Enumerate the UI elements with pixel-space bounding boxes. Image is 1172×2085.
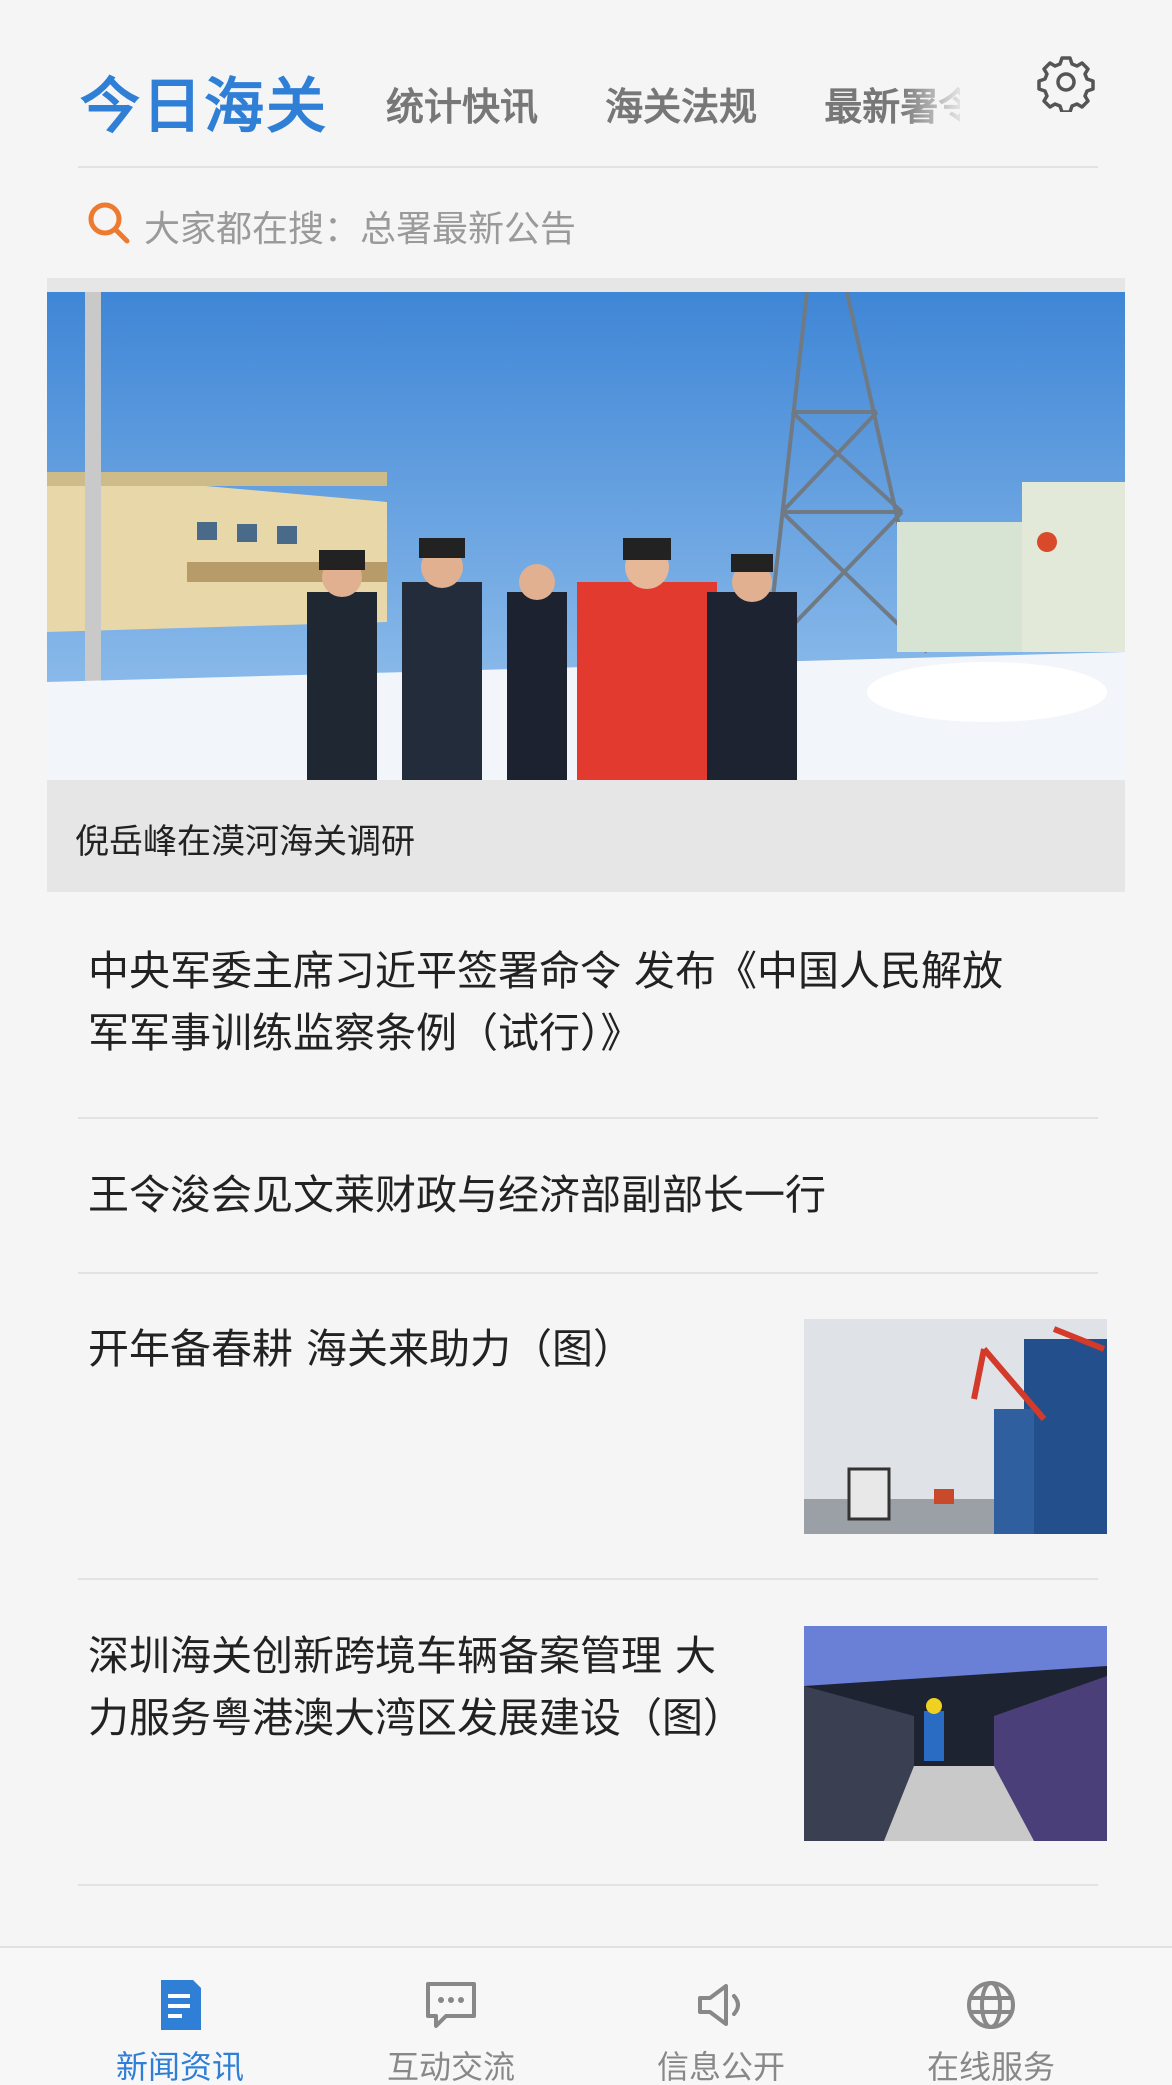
news-divider (78, 1578, 1098, 1580)
category-tabs: 统计快讯 海关法规 最新署令 (386, 76, 960, 132)
nav-disclosure[interactable]: 信息公开 (586, 1948, 856, 2085)
news-item-1[interactable]: 中央军委主席习近平签署命令 发布《中国人民解放 军军事训练监察条例（试行）》 (78, 940, 1098, 1140)
news-title-line: 军军事训练监察条例（试行）》 (88, 1009, 642, 1057)
featured-photo (47, 292, 1125, 780)
nav-news[interactable]: 新闻资讯 (45, 1948, 315, 2085)
news-thumbnail (804, 1626, 1107, 1841)
featured-news-banner[interactable]: 倪岳峰在漠河海关调研 (47, 278, 1125, 892)
news-item-3[interactable]: 开年备春耕 海关来助力（图） (78, 1318, 1107, 1568)
news-title-line: 力服务粤港澳大湾区发展建设（图） (88, 1694, 744, 1742)
nav-online-service[interactable]: 在线服务 (856, 1948, 1126, 2085)
news-item-2[interactable]: 王令浚会见文莱财政与经济部副部长一行 (78, 1164, 1098, 1264)
news-item-4[interactable]: 深圳海关创新跨境车辆备案管理 大 力服务粤港澳大湾区发展建设（图） (78, 1625, 1107, 1875)
nav-news-label: 新闻资讯 (115, 2048, 244, 2085)
search-icon (88, 202, 130, 244)
search-placeholder: 大家都在搜：总署最新公告 (144, 209, 577, 250)
globe-icon (967, 1981, 1015, 2029)
news-title-line: 中央军委主席习近平签署命令 发布《中国人民解放 (88, 947, 1004, 995)
news-title-line: 深圳海关创新跨境车辆备案管理 大 (88, 1632, 717, 1680)
news-divider (78, 1117, 1098, 1119)
tab-statistics[interactable]: 统计快讯 (386, 76, 538, 131)
nav-online-service-label: 在线服务 (926, 2048, 1055, 2085)
news-title-line: 开年备春耕 海关来助力（图） (88, 1325, 635, 1373)
tab-regulations[interactable]: 海关法规 (605, 76, 757, 131)
nav-interaction[interactable]: 互动交流 (316, 1948, 586, 2085)
banner-caption: 倪岳峰在漠河海关调研 (75, 822, 415, 862)
news-divider (78, 1884, 1098, 1886)
tabs-fade-overlay (900, 70, 970, 132)
search-bar[interactable]: 大家都在搜：总署最新公告 (78, 190, 1098, 260)
gear-icon[interactable] (1036, 52, 1096, 114)
news-icon (161, 1980, 201, 2030)
nav-interaction-label: 互动交流 (386, 2048, 515, 2085)
bottom-navigation: 新闻资讯 互动交流 信息公开 在线服务 (0, 1946, 1172, 2085)
news-thumbnail (804, 1319, 1107, 1534)
megaphone-icon (698, 1984, 740, 2026)
top-bar: 今日海关 统计快讯 海关法规 最新署令 (0, 0, 1172, 168)
app-title: 今日海关 (80, 72, 328, 142)
nav-disclosure-label: 信息公开 (656, 2048, 785, 2085)
news-divider (78, 1272, 1098, 1274)
header-divider (78, 166, 1098, 168)
chat-icon (426, 1982, 476, 2028)
news-title-line: 王令浚会见文莱财政与经济部副部长一行 (88, 1171, 826, 1219)
